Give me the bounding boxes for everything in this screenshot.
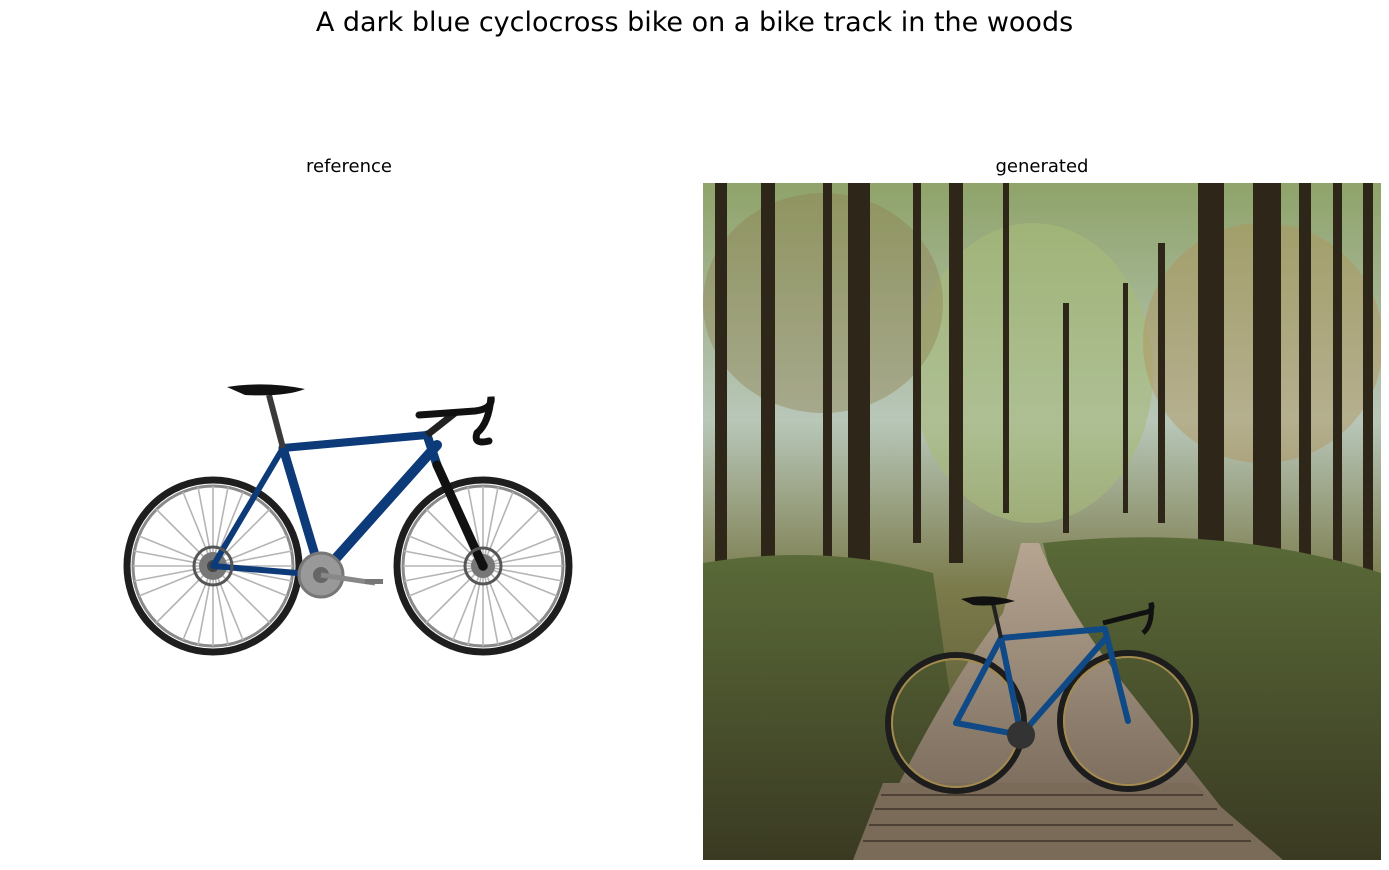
reference-panel-title: reference [306,156,392,177]
seatpost [266,394,286,449]
figure-title: A dark blue cyclocross bike on a bike tr… [315,7,1074,38]
reference-image [15,183,683,860]
generated-image [703,183,1381,860]
saddle [227,384,305,396]
generated-panel-title: generated [995,156,1089,177]
reference-bicycle-illustration [123,384,573,656]
generated-forest-scene [703,183,1381,860]
